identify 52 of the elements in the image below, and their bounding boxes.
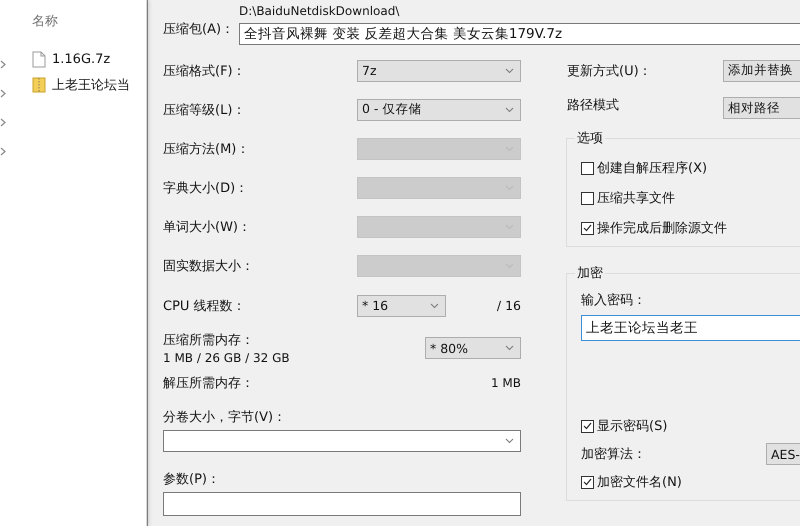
- memory-value: 1 MB: [490, 376, 521, 390]
- checkbox[interactable]: [581, 162, 594, 174]
- archive-icon: [32, 77, 46, 93]
- field-label: 压缩所需内存：: [163, 332, 255, 349]
- thread-count-max: / 16: [496, 298, 521, 313]
- checkbox-label[interactable]: 显示密码(S): [597, 417, 668, 435]
- field-label: 固实数据大小：: [163, 258, 254, 274]
- field-label: 压缩包(A)：: [163, 20, 236, 38]
- column-header[interactable]: 名称: [32, 12, 146, 32]
- field-label: 参数(P)：: [163, 471, 220, 488]
- chevron-icon[interactable]: [0, 58, 6, 67]
- dropdown[interactable]: * 80%: [425, 337, 521, 359]
- file-name[interactable]: 1.16G.7z: [52, 52, 110, 66]
- group-title: 加密: [576, 265, 604, 282]
- group-title: 选项: [576, 130, 604, 147]
- checkbox-label[interactable]: 创建自解压程序(X): [597, 159, 708, 177]
- dropdown[interactable]: 7z: [357, 60, 521, 82]
- dropdown[interactable]: AES-: [766, 443, 800, 465]
- archive-name-field[interactable]: 全抖音风裸舞 变装 反差超大合集 美女云集179V.7z: [239, 23, 800, 45]
- chevron-icon[interactable]: [0, 116, 6, 125]
- dropdown[interactable]: [163, 430, 521, 452]
- dropdown[interactable]: * 16: [357, 294, 446, 316]
- field-label: 输入密码：: [581, 292, 647, 309]
- memory-usage: 1 MB / 26 GB / 32 GB: [163, 351, 290, 365]
- checkbox[interactable]: [581, 192, 594, 204]
- field-label: 解压所需内存：: [163, 375, 254, 392]
- field-label: 压缩等级(L)：: [163, 102, 246, 118]
- checkbox[interactable]: [581, 420, 594, 432]
- checkbox-label[interactable]: 操作完成后删除源文件: [597, 219, 727, 237]
- field-label: 压缩格式(F)：: [163, 62, 246, 80]
- field-label: 分卷大小，字节(V)：: [163, 409, 286, 426]
- folder-path: D:\BaiduNetdiskDownload\: [239, 3, 400, 20]
- dropdown[interactable]: 0 - 仅存储: [357, 98, 521, 120]
- field-label: CPU 线程数：: [163, 298, 246, 314]
- field-label: 路径模式: [567, 97, 620, 114]
- field-label: 更新方式(U)：: [567, 62, 653, 80]
- field-label: 加密算法：: [581, 446, 647, 463]
- parameters-field[interactable]: [163, 492, 521, 516]
- checkbox-label[interactable]: 压缩共享文件: [597, 189, 675, 207]
- chevron-icon[interactable]: [0, 145, 6, 154]
- checkbox[interactable]: [581, 222, 594, 234]
- field-label: 单词大小(W)：: [163, 218, 251, 236]
- field-label: 字典大小(D)：: [163, 180, 248, 196]
- checkbox-label[interactable]: 加密文件名(N): [597, 473, 682, 491]
- dropdown[interactable]: 添加并替换: [723, 60, 800, 82]
- password-field[interactable]: 上老王论坛当老王: [581, 315, 800, 341]
- checkbox[interactable]: [581, 476, 594, 488]
- field-label: 压缩方法(M)：: [163, 140, 250, 158]
- dropdown[interactable]: 相对路径: [723, 97, 800, 119]
- file-icon: [32, 50, 46, 68]
- chevron-icon[interactable]: [0, 87, 6, 96]
- file-name[interactable]: 上老王论坛当: [52, 76, 130, 94]
